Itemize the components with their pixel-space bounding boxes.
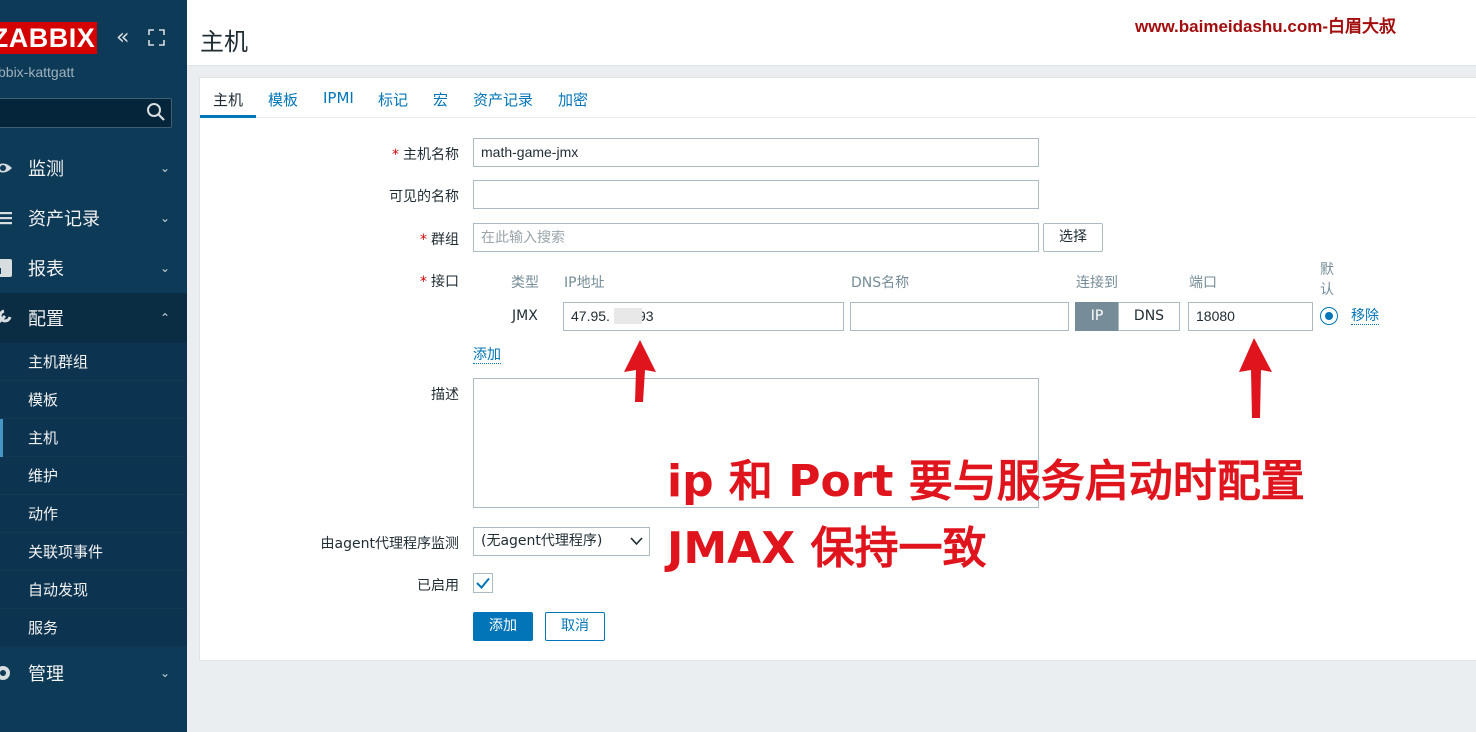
column-ip: IP地址	[564, 275, 605, 291]
top-strip	[187, 0, 1476, 8]
kiosk-mode-icon[interactable]	[148, 29, 165, 46]
chevron-down-icon: ⌄	[160, 211, 171, 225]
menu-label: 报表	[28, 259, 64, 280]
cancel-button[interactable]: 取消	[545, 612, 605, 641]
menu-item-monitoring[interactable]: 监测 ⌄	[0, 143, 187, 193]
interface-port-input[interactable]: 18080	[1188, 302, 1313, 331]
column-default: 默认	[1320, 262, 1334, 298]
annotation-text-line1: ip 和 Port 要与服务启动时配置	[667, 456, 1305, 507]
column-port: 端口	[1189, 275, 1217, 291]
interface-type: JMX	[512, 308, 538, 324]
menu-label: 监测	[28, 159, 64, 180]
collapse-sidebar-icon[interactable]: «	[116, 26, 129, 50]
tab-ipmi[interactable]: IPMI	[323, 89, 354, 107]
host-name-input[interactable]: math-game-jmx	[473, 138, 1039, 167]
groups-label: * 群组	[420, 232, 459, 248]
visible-name-label: 可见的名称	[389, 189, 459, 205]
tab-bar: 主机 模板 IPMI 标记 宏 资产记录 加密	[200, 78, 1476, 118]
menu-item-reports[interactable]: 报表 ⌄	[0, 243, 187, 293]
tab-host[interactable]: 主机	[213, 89, 243, 110]
host-name-label: * 主机名称	[392, 147, 459, 163]
page-header: 主机 www.baimeidashu.com-白眉大叔	[187, 8, 1476, 66]
menu-item-administration[interactable]: 管理 ⌄	[0, 648, 187, 698]
submenu-discovery[interactable]: 自动发现	[0, 571, 187, 609]
proxy-label: 由agent代理程序监测	[320, 536, 459, 552]
submenu-host-groups[interactable]: 主机群组	[0, 343, 187, 381]
menu-label: 资产记录	[28, 209, 100, 230]
annotation-text-line2: JMAX 保持一致	[667, 523, 987, 574]
interface-dns-input[interactable]	[850, 302, 1069, 331]
chevron-down-icon: ⌄	[160, 161, 171, 175]
chevron-down-icon: ⌄	[160, 666, 171, 680]
submenu-templates[interactable]: 模板	[0, 381, 187, 419]
ip-redaction	[614, 308, 642, 324]
report-icon	[0, 259, 12, 277]
add-interface-link[interactable]: 添加	[473, 347, 501, 364]
groups-search-input[interactable]: 在此输入搜索	[473, 223, 1039, 252]
enabled-label: 已启用	[417, 578, 459, 594]
tab-tags[interactable]: 标记	[378, 89, 408, 110]
submenu-actions[interactable]: 动作	[0, 495, 187, 533]
server-name: bbix-kattgatt	[0, 64, 75, 80]
page-title: 主机	[200, 28, 248, 56]
gear-icon	[0, 666, 10, 680]
chevron-down-icon: ⌄	[160, 261, 171, 275]
menu-label: 管理	[28, 664, 64, 685]
connect-ip-toggle[interactable]: IP	[1075, 302, 1119, 331]
watermark: www.baimeidashu.com-白眉大叔	[1135, 17, 1397, 36]
interfaces-label: * 接口	[420, 274, 459, 290]
chevron-down-icon	[630, 537, 643, 546]
visible-name-input[interactable]	[473, 180, 1039, 209]
default-interface-radio[interactable]	[1320, 307, 1338, 325]
interface-ip-input[interactable]: 47.95. 93	[563, 302, 844, 331]
submenu-services[interactable]: 服务	[0, 609, 187, 647]
column-connect-to: 连接到	[1076, 275, 1118, 291]
zabbix-logo[interactable]: ZABBIX	[0, 22, 97, 54]
eye-icon	[0, 163, 12, 173]
tab-inventory[interactable]: 资产记录	[473, 89, 533, 110]
submenu-hosts[interactable]: 主机	[0, 419, 187, 457]
list-icon	[0, 212, 12, 225]
check-icon	[476, 577, 490, 589]
enabled-checkbox[interactable]	[473, 573, 493, 593]
submenu-maintenance[interactable]: 维护	[0, 457, 187, 495]
arrow-up-icon	[624, 340, 656, 402]
add-button[interactable]: 添加	[473, 612, 533, 641]
tab-encryption[interactable]: 加密	[558, 89, 588, 110]
submenu-event-correlation[interactable]: 关联项事件	[0, 533, 187, 571]
proxy-select[interactable]: (无agent代理程序)	[473, 527, 650, 556]
menu-item-configuration[interactable]: 配置 ⌃	[0, 293, 187, 343]
configuration-submenu: 主机群组 模板 主机 维护 动作 关联项事件 自动发现 服务	[0, 343, 187, 647]
search-icon[interactable]	[146, 102, 166, 122]
select-groups-button[interactable]: 选择	[1043, 223, 1103, 252]
menu-item-inventory[interactable]: 资产记录 ⌄	[0, 193, 187, 243]
remove-interface-link[interactable]: 移除	[1351, 308, 1379, 325]
description-label: 描述	[431, 387, 459, 403]
arrow-up-icon	[1239, 338, 1272, 418]
chevron-up-icon: ⌃	[160, 311, 171, 325]
active-tab-indicator	[200, 115, 256, 118]
tab-macros[interactable]: 宏	[433, 89, 448, 110]
wrench-icon	[0, 309, 12, 324]
sidebar: ZABBIX « bbix-kattgatt 监测 ⌄ 资产记录 ⌄ 报表 ⌄ …	[0, 0, 187, 732]
column-dns: DNS名称	[851, 275, 910, 291]
connect-dns-toggle[interactable]: DNS	[1118, 302, 1180, 331]
tab-templates[interactable]: 模板	[268, 89, 298, 110]
column-type: 类型	[511, 275, 539, 291]
menu-label: 配置	[28, 309, 64, 330]
